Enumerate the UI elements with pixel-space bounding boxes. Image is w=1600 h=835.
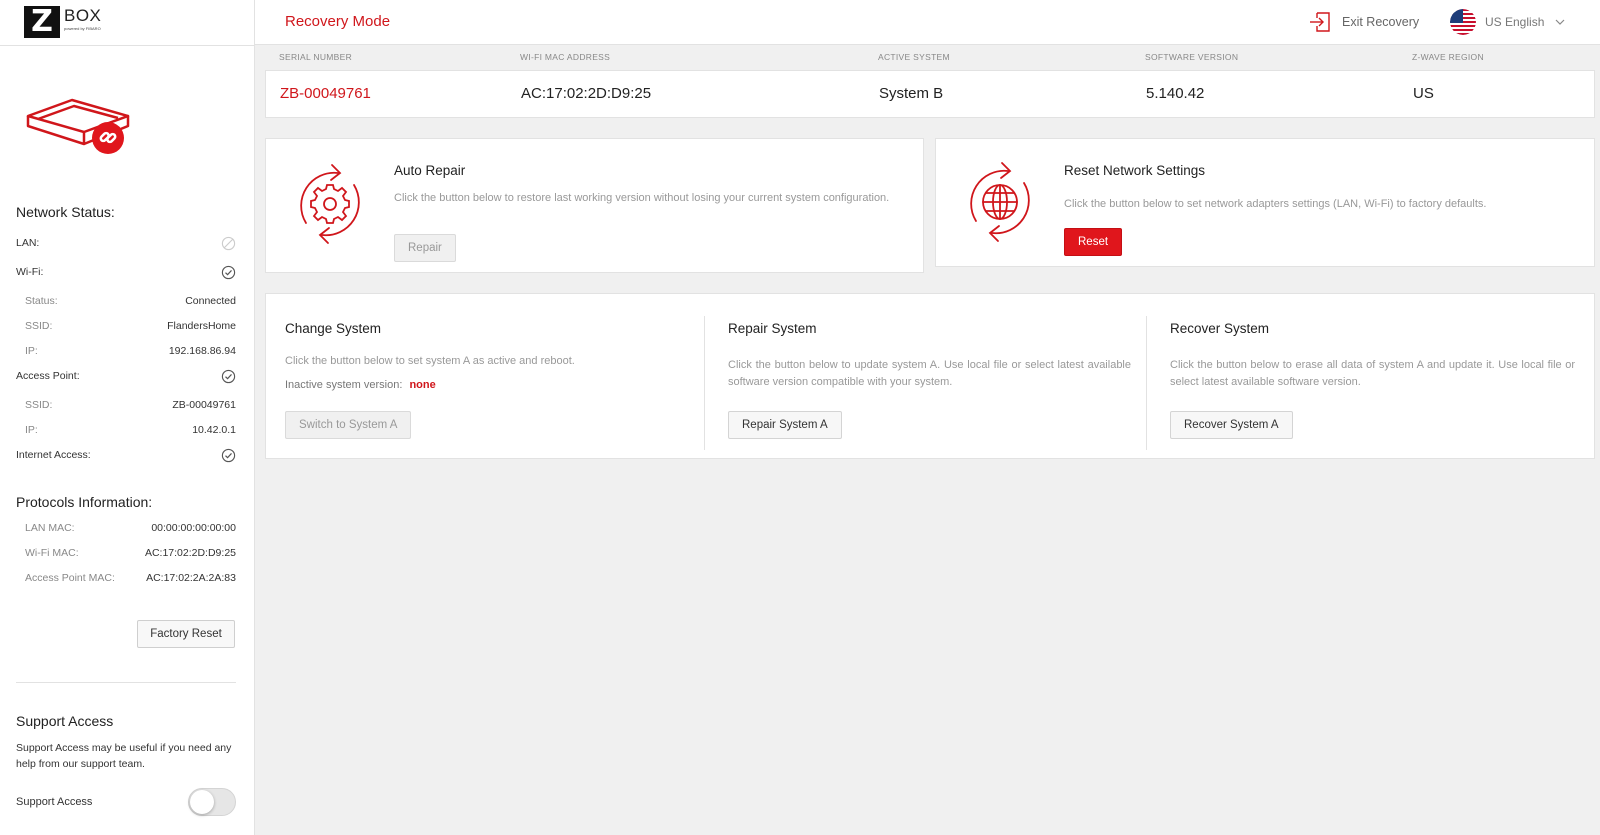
support-access-description: Support Access may be useful if you need… — [16, 742, 232, 770]
chevron-down-icon — [1555, 19, 1565, 25]
ap-mac-row: Access Point MAC: AC:17:02:2A:2A:83 — [16, 570, 236, 586]
support-access-row: Support Access — [16, 788, 236, 816]
lan-row: LAN: — [16, 235, 236, 251]
device-info-labels: SERIAL NUMBER WI-FI MAC ADDRESS ACTIVE S… — [265, 52, 1595, 66]
language-selector[interactable]: US English — [1450, 8, 1566, 36]
support-access-heading: Support Access — [16, 713, 114, 729]
active-system-value: System B — [879, 85, 944, 102]
globe-refresh-icon — [970, 162, 1030, 242]
network-status-heading: Network Status: — [16, 204, 115, 220]
repair-button[interactable]: Repair — [394, 234, 456, 262]
ap-mac-label: Access Point MAC: — [25, 572, 115, 584]
wifi-status-label: Status: — [25, 295, 58, 307]
lan-mac-label: LAN MAC: — [25, 522, 75, 534]
repair-system-title: Repair System — [728, 321, 817, 336]
active-system-label: ACTIVE SYSTEM — [878, 52, 950, 62]
inactive-system-label: Inactive system version: — [285, 379, 403, 391]
support-access-toggle-label: Support Access — [16, 796, 93, 808]
exit-icon — [1310, 12, 1330, 32]
support-access-toggle[interactable] — [188, 788, 236, 816]
reset-network-description: Click the button below to set network ad… — [1064, 198, 1487, 210]
page-title: Recovery Mode — [285, 13, 391, 30]
internet-access-row: Internet Access: — [16, 447, 236, 463]
gear-refresh-icon — [300, 164, 360, 244]
disabled-circle-icon — [221, 236, 236, 250]
reset-network-card: Reset Network Settings Click the button … — [935, 138, 1595, 267]
sidebar: Z BOX powered by FIBARO Network Status: … — [0, 0, 255, 835]
ap-mac-value: AC:17:02:2A:2A:83 — [146, 572, 236, 584]
auto-repair-description: Click the button below to restore last w… — [394, 192, 890, 204]
wifi-label: Wi-Fi: — [16, 266, 44, 278]
check-circle-icon — [221, 265, 236, 279]
ap-ssid-row: SSID: ZB-00049761 — [16, 397, 236, 413]
device-icon — [26, 98, 130, 154]
wifi-mac-label: Wi-Fi MAC: — [25, 547, 79, 559]
auto-repair-card: Auto Repair Click the button below to re… — [265, 138, 924, 273]
ap-ssid-value: ZB-00049761 — [172, 399, 236, 411]
change-system-description: Click the button below to set system A a… — [285, 355, 575, 367]
check-circle-icon — [221, 448, 236, 462]
wifi-mac-row: Wi-Fi MAC: AC:17:02:2D:D9:25 — [16, 545, 236, 561]
reset-network-title: Reset Network Settings — [1064, 163, 1206, 178]
recover-system-a-button[interactable]: Recover System A — [1170, 411, 1293, 439]
wifi-ip-value: 192.168.86.94 — [168, 345, 236, 357]
exit-recovery-button[interactable]: Exit Recovery — [1308, 8, 1419, 36]
lan-label: LAN: — [16, 237, 40, 249]
inactive-system-value: none — [409, 379, 436, 391]
internet-access-label: Internet Access: — [16, 449, 91, 461]
change-system-title: Change System — [285, 321, 382, 336]
wifi-ssid-label: SSID: — [25, 320, 53, 332]
switch-to-system-a-button[interactable]: Switch to System A — [285, 411, 412, 439]
auto-repair-title: Auto Repair — [394, 163, 466, 178]
zwave-region-label: Z-WAVE REGION — [1412, 52, 1484, 62]
device-info-card: ZB-00049761 AC:17:02:2D:D9:25 System B 5… — [265, 70, 1595, 118]
software-version-label: SOFTWARE VERSION — [1145, 52, 1239, 62]
software-version-value: 5.140.42 — [1146, 85, 1205, 102]
repair-system-a-button[interactable]: Repair System A — [728, 411, 842, 439]
ap-ssid-label: SSID: — [25, 399, 53, 411]
system-management-card: Change System Click the button below to … — [265, 293, 1595, 459]
reset-button[interactable]: Reset — [1064, 228, 1123, 256]
serial-number-value: ZB-00049761 — [280, 85, 371, 102]
wifi-mac-address-label: WI-FI MAC ADDRESS — [520, 52, 611, 62]
us-flag-icon — [1450, 9, 1476, 35]
logo-tagline: powered by FIBARO — [64, 26, 101, 31]
wifi-status-row: Status: Connected — [16, 293, 236, 309]
repair-system-description: Click the button below to update system … — [728, 359, 1131, 388]
zbox-logo: Z BOX powered by FIBARO — [24, 6, 101, 38]
protocols-heading: Protocols Information: — [16, 494, 153, 510]
wifi-mac-value: AC:17:02:2D:D9:25 — [144, 547, 236, 559]
check-circle-icon — [221, 369, 236, 383]
logo-word: BOX — [64, 6, 102, 25]
wifi-ssid-value: FlandersHome — [167, 320, 236, 332]
wifi-row: Wi-Fi: — [16, 264, 236, 280]
lan-mac-value: 00:00:00:00:00:00 — [151, 522, 236, 534]
wifi-ssid-row: SSID: FlandersHome — [16, 318, 236, 334]
exit-recovery-label: Exit Recovery — [1342, 15, 1420, 29]
recover-system-description: Click the button below to erase all data… — [1170, 359, 1575, 388]
zwave-region-value: US — [1413, 85, 1434, 102]
wifi-status-value: Connected — [185, 295, 236, 307]
access-point-row: Access Point: — [16, 368, 236, 384]
ap-ip-value: 10.42.0.1 — [192, 424, 236, 436]
serial-number-label: SERIAL NUMBER — [279, 52, 353, 62]
ap-ip-label: IP: — [25, 424, 38, 436]
logo-letter: Z — [24, 6, 60, 38]
recover-system-title: Recover System — [1170, 321, 1270, 336]
lan-mac-row: LAN MAC: 00:00:00:00:00:00 — [16, 520, 236, 536]
header: Recovery Mode Exit Recovery US English — [255, 0, 1600, 45]
access-point-label: Access Point: — [16, 370, 80, 382]
wifi-ip-label: IP: — [25, 345, 38, 357]
wifi-mac-address-value: AC:17:02:2D:D9:25 — [521, 85, 652, 102]
wifi-ip-row: IP: 192.168.86.94 — [16, 343, 236, 359]
language-label: US English — [1485, 15, 1545, 29]
ap-ip-row: IP: 10.42.0.1 — [16, 422, 236, 438]
factory-reset-button[interactable]: Factory Reset — [137, 620, 235, 648]
inactive-system-row: Inactive system version: none — [285, 379, 436, 391]
